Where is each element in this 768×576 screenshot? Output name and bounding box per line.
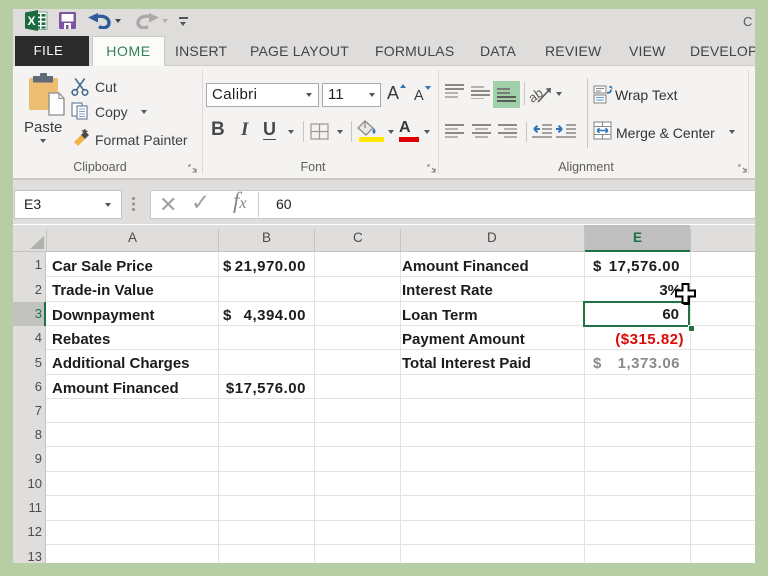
svg-text:X: X — [27, 14, 35, 28]
